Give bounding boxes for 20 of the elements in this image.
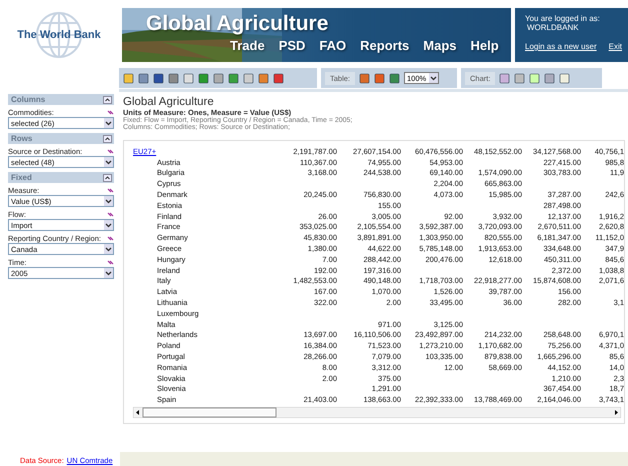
site-title: Global Agriculture: [146, 12, 330, 36]
nav-link[interactable]: Help: [470, 38, 499, 53]
collapse-icon[interactable]: [103, 174, 112, 182]
logo-text: The World Bank: [17, 29, 101, 41]
section-title: Columns: [11, 95, 46, 104]
nav-link[interactable]: Reports: [360, 38, 410, 53]
exit-link[interactable]: Exit: [608, 42, 622, 51]
login-link[interactable]: Login as a new user: [525, 42, 597, 51]
nav-link[interactable]: FAO: [319, 38, 346, 53]
nav-link[interactable]: Maps: [423, 38, 457, 53]
login-status: You are logged in as:: [525, 14, 601, 23]
horizontal-scrollbar[interactable]: [133, 407, 621, 418]
nav-link[interactable]: PSD: [278, 38, 306, 53]
section-title: Fixed: [11, 173, 32, 182]
report-title: Global Agriculture: [123, 96, 215, 108]
section-title: Rows: [11, 134, 32, 143]
collapse-icon[interactable]: [103, 134, 112, 142]
user-name: WORLDBANK: [527, 23, 580, 32]
collapse-icon[interactable]: [103, 96, 112, 104]
nav-link[interactable]: Trade: [230, 38, 265, 53]
